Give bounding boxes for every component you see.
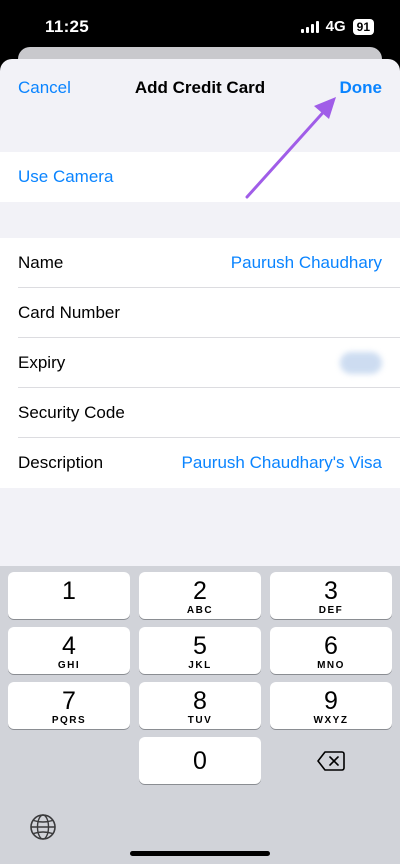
key-number: 4 <box>62 632 76 660</box>
key-number: 9 <box>324 687 338 715</box>
key-4[interactable]: 4 GHI <box>8 627 130 674</box>
description-row[interactable]: Description Paurush Chaudhary's Visa <box>0 438 400 488</box>
delete-icon <box>317 750 345 771</box>
name-row[interactable]: Name Paurush Chaudhary <box>0 238 400 288</box>
globe-icon[interactable] <box>28 812 58 842</box>
key-number: 6 <box>324 632 338 660</box>
key-letters: ABC <box>186 605 214 616</box>
key-number: 2 <box>193 577 207 605</box>
key-6[interactable]: 6 MNO <box>270 627 392 674</box>
key-number: 1 <box>62 577 76 605</box>
description-label: Description <box>18 453 104 472</box>
name-field[interactable]: Paurush Chaudhary <box>231 253 382 273</box>
status-time: 11:25 <box>45 17 90 36</box>
nav-bar: Cancel Add Credit Card Done <box>0 59 400 117</box>
card-form: Name Paurush Chaudhary Card Number Expir… <box>0 238 400 488</box>
key-letters: TUV <box>187 715 213 726</box>
key-number: 8 <box>193 687 207 715</box>
expiry-field[interactable] <box>340 352 382 374</box>
expiry-label: Expiry <box>18 353 66 372</box>
key-letters: DEF <box>318 605 344 616</box>
security-code-label: Security Code <box>18 403 125 422</box>
expiry-row[interactable]: Expiry <box>0 338 400 388</box>
key-letters: MNO <box>317 660 345 671</box>
card-number-row[interactable]: Card Number <box>0 288 400 338</box>
key-8[interactable]: 8 TUV <box>139 682 261 729</box>
status-indicators: 4G 91 <box>300 18 374 35</box>
signal-icon <box>300 20 319 33</box>
home-indicator <box>130 851 270 856</box>
key-letters: GHI <box>57 660 81 671</box>
done-button[interactable]: Done <box>340 78 383 98</box>
card-number-label: Card Number <box>18 303 121 322</box>
delete-key[interactable] <box>270 737 392 784</box>
key-1[interactable]: 1 <box>8 572 130 619</box>
key-7[interactable]: 7 PQRS <box>8 682 130 729</box>
key-letters: PQRS <box>51 715 87 726</box>
key-2[interactable]: 2 ABC <box>139 572 261 619</box>
name-label: Name <box>18 253 64 272</box>
key-number: 7 <box>62 687 76 715</box>
battery-icon: 91 <box>352 18 374 35</box>
description-field[interactable]: Paurush Chaudhary's Visa <box>182 453 382 473</box>
key-5[interactable]: 5 JKL <box>139 627 261 674</box>
add-credit-card-sheet: Cancel Add Credit Card Done Use Camera N… <box>0 59 400 864</box>
key-letters: WXYZ <box>313 715 349 726</box>
key-9[interactable]: 9 WXYZ <box>270 682 392 729</box>
status-bar: 11:25 4G 91 <box>0 0 400 50</box>
key-3[interactable]: 3 DEF <box>270 572 392 619</box>
security-code-row[interactable]: Security Code <box>0 388 400 438</box>
network-label: 4G <box>325 18 346 35</box>
key-letters: JKL <box>188 660 212 671</box>
key-number: 0 <box>193 747 207 775</box>
key-number: 5 <box>193 632 207 660</box>
key-number: 3 <box>324 577 338 605</box>
numeric-keypad: 1 2 ABC 3 DEF 4 GHI 5 JKL 6 MNO 7 PQRS 8 <box>0 566 400 864</box>
key-0[interactable]: 0 <box>139 737 261 784</box>
camera-section: Use Camera <box>0 152 400 202</box>
use-camera-button[interactable]: Use Camera <box>0 152 400 202</box>
